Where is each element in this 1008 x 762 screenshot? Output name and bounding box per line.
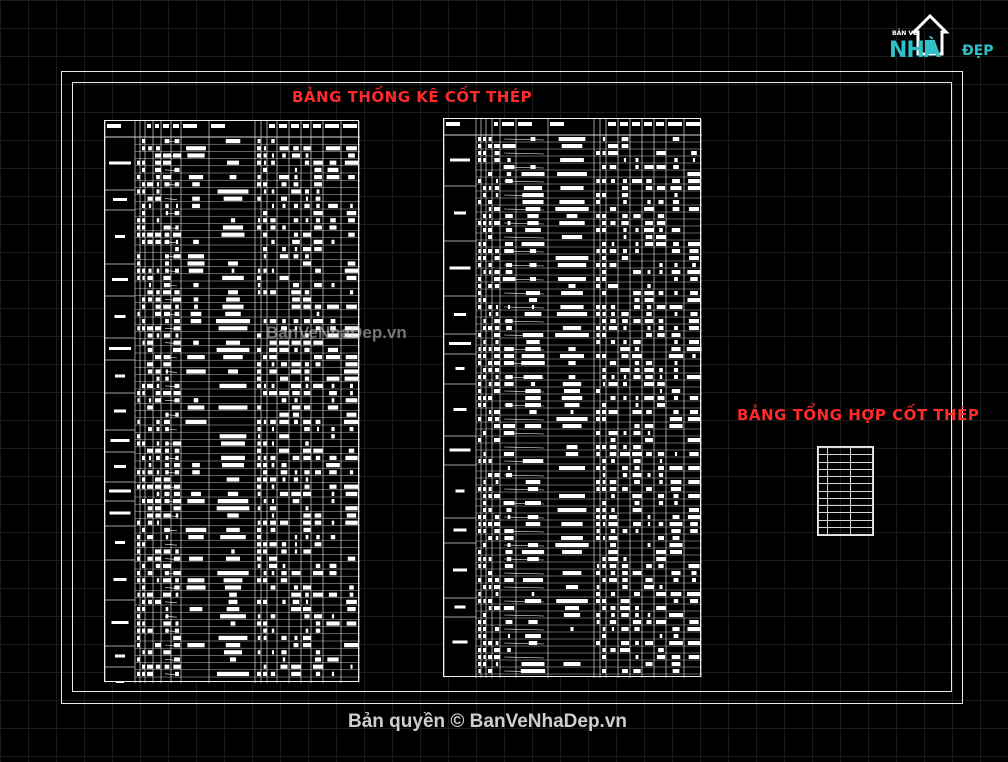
summary-cell: [849, 512, 873, 521]
summary-cell: [849, 526, 873, 536]
summary-row: [818, 526, 873, 536]
table-grid-lines: [444, 119, 702, 678]
summary-cell: [827, 483, 851, 492]
summary-cell: [827, 468, 851, 478]
summary-row: [818, 519, 873, 528]
summary-cell: [827, 454, 851, 463]
summary-cell: [849, 490, 873, 499]
summary-row: [818, 504, 873, 514]
watermark-text: BanVeNhaDep.vn: [266, 323, 407, 342]
copyright-text: Bản quyền © BanVeNhaDep.vn: [348, 711, 628, 732]
summary-cell: [849, 504, 873, 514]
summary-cell: [818, 497, 828, 507]
summary-row: [818, 461, 873, 470]
summary-cell: [849, 483, 873, 492]
summary-row: [818, 468, 873, 478]
summary-cell: [827, 526, 851, 536]
summary-cell: [818, 454, 828, 463]
table-grid-lines: [105, 121, 360, 683]
summary-cell: [818, 461, 828, 470]
summary-cell: [849, 468, 873, 478]
summary-cell: [827, 497, 851, 507]
summary-row: [818, 490, 873, 499]
summary-cell: [818, 490, 828, 499]
summary-cell: [827, 446, 851, 456]
summary-cell: [849, 519, 873, 528]
summary-cell: [827, 461, 851, 470]
summary-cell: [849, 475, 873, 485]
summary-row: [818, 475, 873, 485]
summary-row: [818, 454, 873, 463]
summary-cell: [849, 454, 873, 463]
summary-cell: [818, 526, 828, 536]
summary-cell: [818, 475, 828, 485]
logo-sub-text: ĐẸP: [962, 43, 994, 59]
cad-canvas[interactable]: BẢNG THỐNG KÊ CỐT THÉP BẢNG TỔNG HỢP CỐT…: [0, 0, 1008, 762]
summary-cell: [827, 504, 851, 514]
summary-cell: [818, 519, 828, 528]
summary-row: [818, 512, 873, 521]
rebar-statistics-table-right: [443, 118, 702, 678]
summary-cell: [827, 475, 851, 485]
logo-main-text: NHÀ: [889, 38, 941, 63]
summary-cell: [818, 504, 828, 514]
summary-row: [818, 497, 873, 507]
summary-cell: [849, 461, 873, 470]
rebar-summary-title: BẢNG TỔNG HỢP CỐT THÉP: [737, 406, 980, 424]
summary-cell: [849, 497, 873, 507]
summary-cell: [849, 446, 873, 456]
rebar-statistics-title: BẢNG THỐNG KÊ CỐT THÉP: [292, 88, 533, 106]
summary-row: [818, 483, 873, 492]
rebar-statistics-table-left: [104, 120, 360, 683]
summary-cell: [827, 512, 851, 521]
logo-top-text: BẢN VẼ: [892, 30, 918, 37]
summary-cell: [818, 512, 828, 521]
summary-cell: [827, 490, 851, 499]
summary-cell: [818, 446, 828, 456]
summary-cell: [818, 468, 828, 478]
rebar-summary-table: [817, 446, 874, 536]
summary-row: [818, 446, 873, 456]
summary-cell: [827, 519, 851, 528]
summary-cell: [818, 483, 828, 492]
site-logo: BẢN VẼ NHÀ ĐẸP: [886, 10, 998, 68]
